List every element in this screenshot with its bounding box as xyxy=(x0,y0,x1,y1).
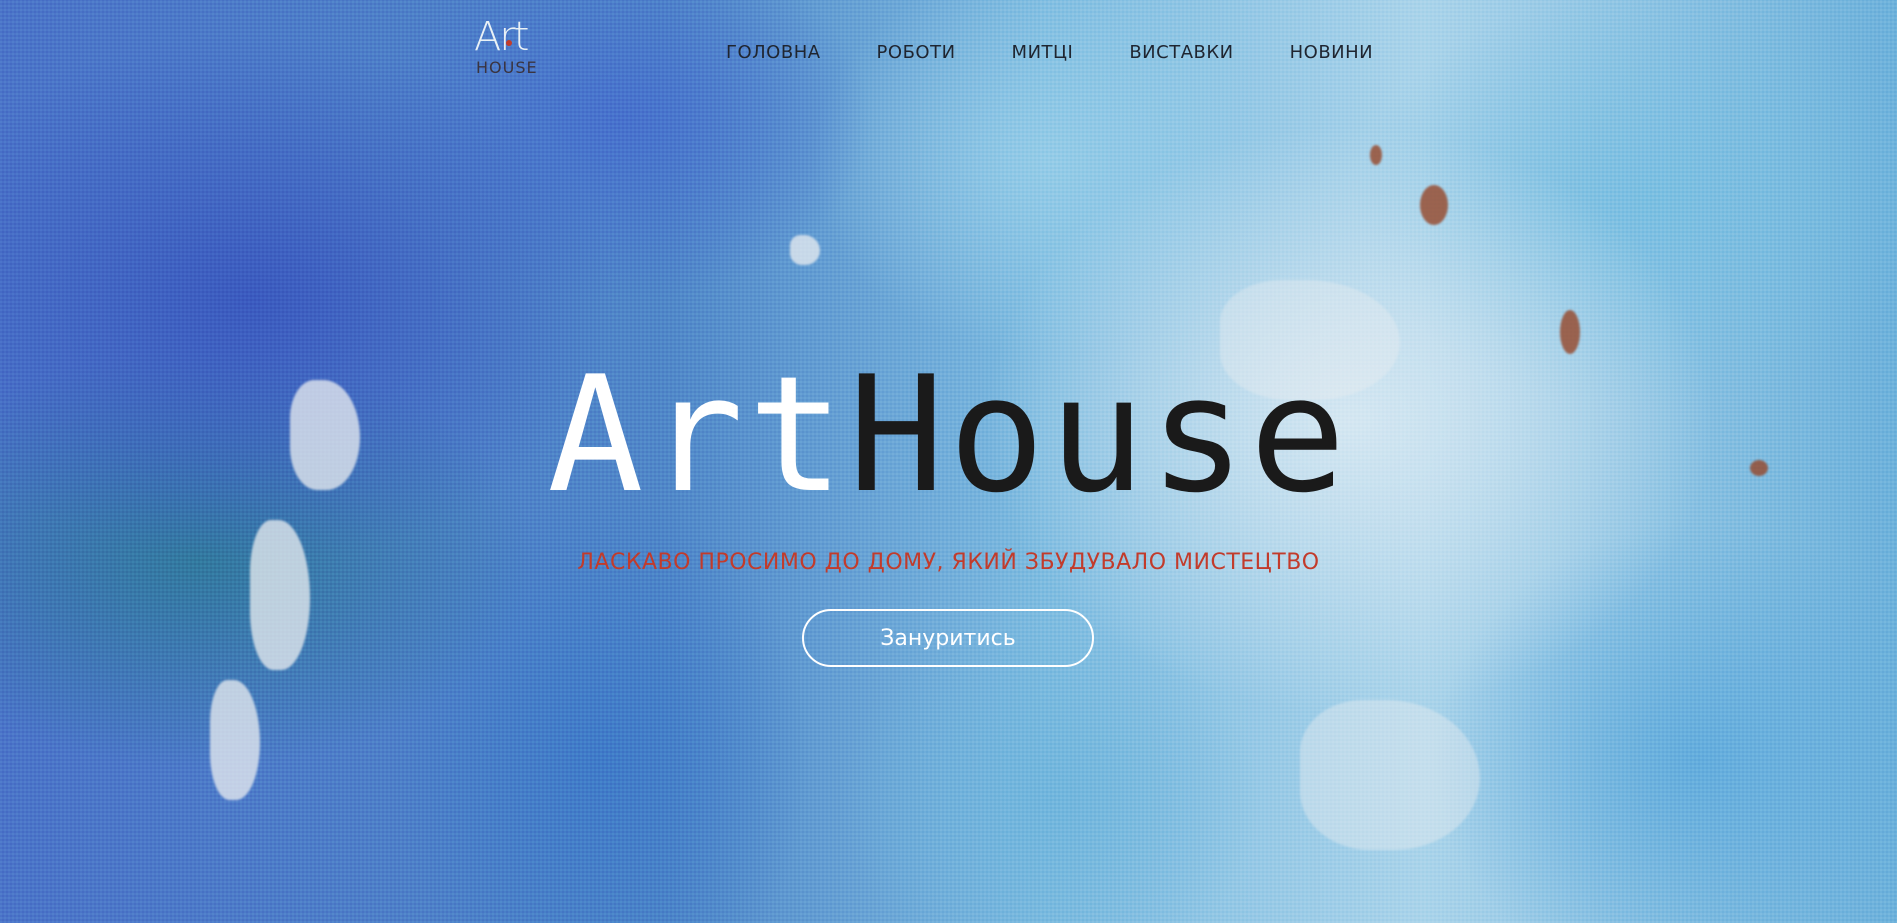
dive-in-button[interactable]: Зануритись xyxy=(802,609,1094,667)
main-nav: ГОЛОВНА РОБОТИ МИТЦІ ВИСТАВКИ НОВИНИ xyxy=(726,42,1373,63)
nav-item-artists[interactable]: МИТЦІ xyxy=(1012,42,1074,63)
logo-dot xyxy=(506,40,512,46)
hero-title-art: Art xyxy=(547,341,849,528)
nav-item-news[interactable]: НОВИНИ xyxy=(1290,42,1374,63)
paint-fleck xyxy=(1420,185,1448,225)
site-logo[interactable]: Art HOUSE xyxy=(470,14,550,82)
paint-splash xyxy=(210,680,260,800)
hero-title-house: House xyxy=(848,341,1350,528)
logo-house-text: HOUSE xyxy=(476,58,538,77)
paint-splash xyxy=(250,520,310,670)
nav-item-exhibitions[interactable]: ВИСТАВКИ xyxy=(1129,42,1233,63)
hero-title: ArtHouse xyxy=(0,340,1897,530)
paint-fleck xyxy=(1370,145,1382,165)
nav-item-works[interactable]: РОБОТИ xyxy=(877,42,956,63)
logo-art-text: Art xyxy=(474,14,529,60)
hero-tagline: ЛАСКАВО ПРОСИМО ДО ДОМУ, ЯКИЙ ЗБУДУВАЛО … xyxy=(577,550,1320,575)
paint-splash xyxy=(1300,700,1480,850)
paint-splash xyxy=(790,235,820,265)
nav-item-home[interactable]: ГОЛОВНА xyxy=(726,42,821,63)
